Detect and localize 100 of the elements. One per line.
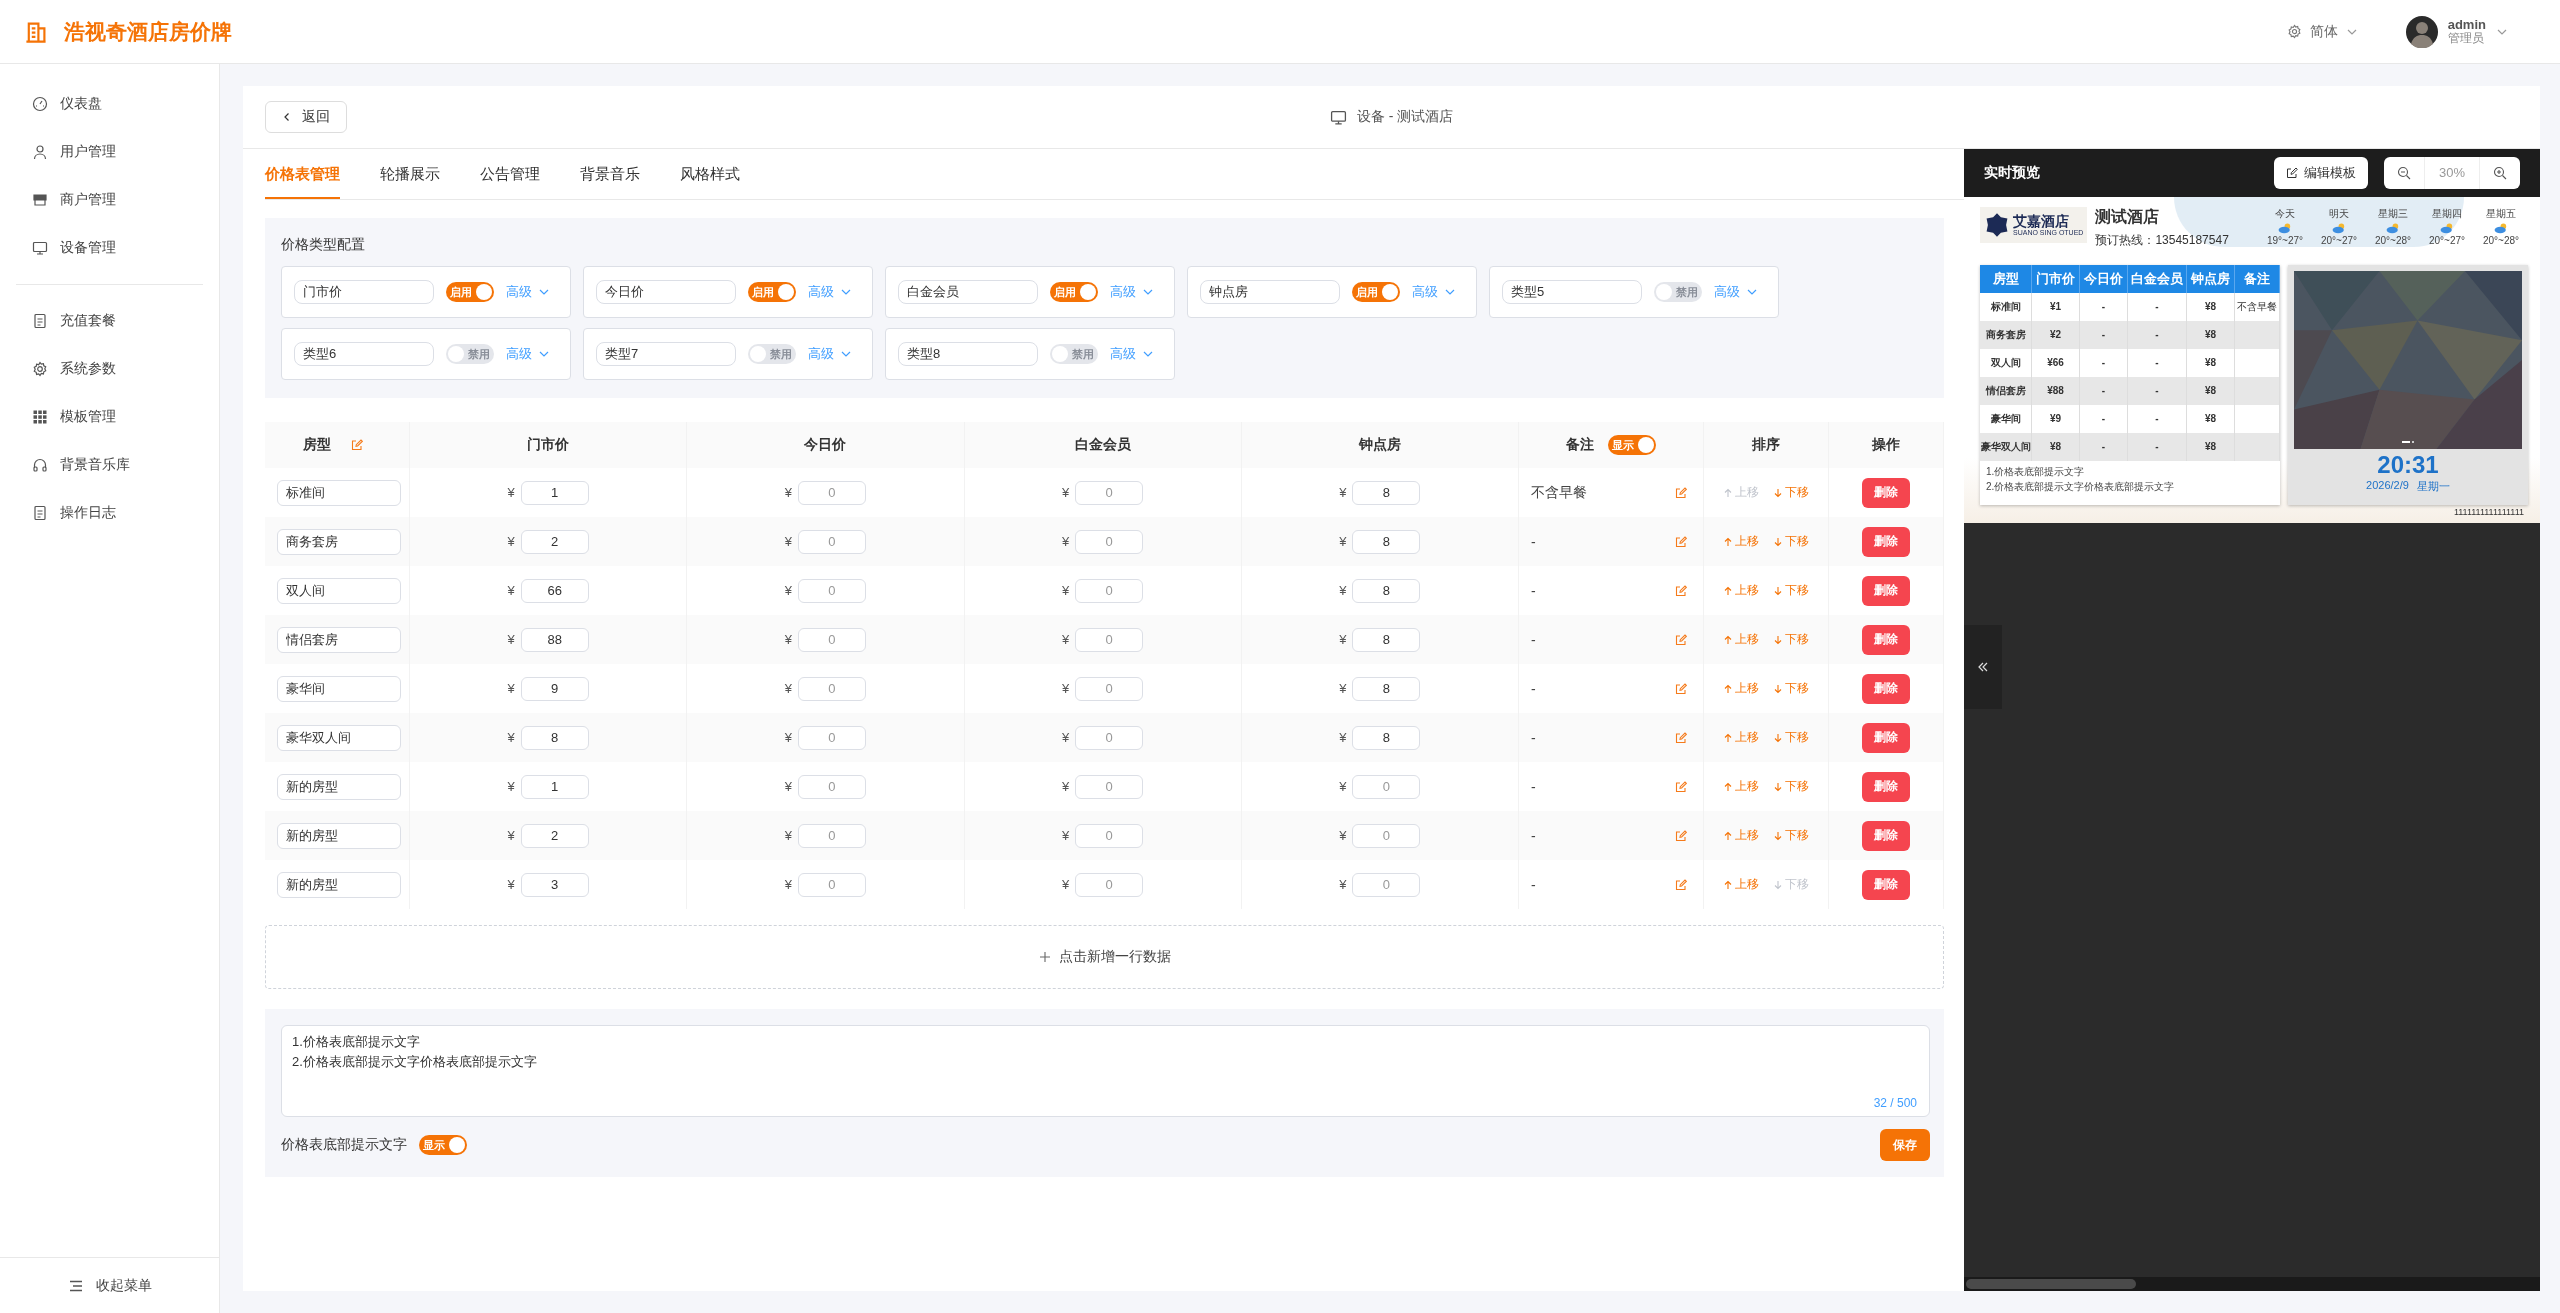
scrollbar[interactable] (1966, 1279, 2136, 1289)
price-field[interactable]: 0 (1075, 725, 1144, 750)
price-field[interactable]: 1 (520, 774, 589, 799)
price-field[interactable]: 8 (1352, 480, 1421, 505)
remark-text: 不含早餐 (1531, 483, 1587, 502)
price-field[interactable]: 0 (798, 627, 866, 652)
price-field[interactable]: 66 (520, 578, 589, 603)
input-field[interactable]: 豪华间 (277, 675, 401, 702)
delete-button[interactable]: 删除 (1862, 869, 1910, 900)
price-field[interactable]: 0 (1075, 676, 1144, 701)
price-field[interactable]: 88 (520, 627, 589, 652)
delete-button[interactable]: 删除 (1862, 624, 1910, 655)
delete-button[interactable]: 删除 (1862, 820, 1910, 851)
price-field[interactable]: 3 (520, 872, 589, 897)
input-field[interactable]: 新的房型 (277, 871, 401, 898)
input-field[interactable]: 标准间 (277, 479, 401, 506)
tab[interactable]: 风格样式 (680, 149, 740, 199)
price-field[interactable]: 9 (520, 676, 589, 701)
price-field[interactable]: 8 (1352, 578, 1421, 603)
text-area[interactable]: 1.价格表底部提示文字 2.价格表底部提示文字价格表底部提示文字 32 / 500 (281, 1025, 1930, 1117)
collapse-menu-button[interactable]: 收起菜单 (0, 1257, 219, 1313)
price-field[interactable]: 0 (1075, 774, 1144, 799)
back-button[interactable]: 返回 (265, 101, 347, 133)
edit-icon[interactable] (1675, 829, 1687, 842)
sidebar-item[interactable]: 充值套餐 (0, 297, 219, 345)
price-field[interactable]: 0 (798, 823, 866, 848)
price-field[interactable]: 0 (1075, 578, 1144, 603)
add-row-button[interactable]: 点击新增一行数据 (265, 925, 1944, 989)
sidebar-item[interactable]: 模板管理 (0, 393, 219, 441)
input-field[interactable]: 类型7 (596, 342, 736, 366)
edit-icon[interactable] (1675, 633, 1687, 646)
price-field[interactable]: 0 (1075, 823, 1144, 848)
price-field[interactable]: 8 (1352, 529, 1421, 554)
sidebar-item[interactable]: 用户管理 (0, 128, 219, 176)
partly-cloudy-icon (2439, 222, 2455, 234)
tab[interactable]: 轮播展示 (380, 149, 440, 199)
price-field[interactable]: 0 (798, 578, 866, 603)
price-field[interactable]: 2 (520, 529, 589, 554)
input-field[interactable]: 类型8 (898, 342, 1038, 366)
language-selector[interactable]: 简体 (2286, 22, 2358, 41)
price-field[interactable]: 0 (1075, 480, 1144, 505)
currency-symbol: ¥ (1339, 583, 1347, 598)
edit-icon[interactable] (1675, 878, 1687, 891)
input-field[interactable]: 新的房型 (277, 773, 401, 800)
edit-icon[interactable] (1675, 731, 1687, 744)
price-field[interactable]: 0 (1352, 872, 1421, 897)
board-cell: - (2128, 321, 2187, 349)
input-field[interactable]: 钟点房 (1200, 280, 1340, 304)
delete-button[interactable]: 删除 (1862, 673, 1910, 704)
price-field[interactable]: 0 (1352, 823, 1421, 848)
input-field[interactable]: 门市价 (294, 280, 434, 304)
edit-icon[interactable] (1675, 535, 1687, 548)
price-field[interactable]: 2 (520, 823, 589, 848)
price-field[interactable]: 0 (1352, 774, 1421, 799)
price-field[interactable]: 0 (798, 529, 866, 554)
price-field[interactable]: 0 (798, 872, 866, 897)
sidebar-item[interactable]: 系统参数 (0, 345, 219, 393)
delete-button[interactable]: 删除 (1862, 771, 1910, 802)
input-field[interactable]: 类型6 (294, 342, 434, 366)
price-field[interactable]: 8 (1352, 627, 1421, 652)
delete-button[interactable]: 删除 (1862, 722, 1910, 753)
sidebar-item[interactable]: 操作日志 (0, 489, 219, 537)
chevron-left-icon (282, 112, 292, 122)
input-field[interactable]: 类型5 (1502, 280, 1642, 304)
price-field[interactable]: 8 (520, 725, 589, 750)
price-field[interactable]: 0 (1075, 872, 1144, 897)
input-field[interactable]: 商务套房 (277, 528, 401, 555)
edit-template-button[interactable]: 编辑模板 (2273, 157, 2368, 189)
edit-icon[interactable] (1675, 780, 1687, 793)
input-field[interactable]: 白金会员 (898, 280, 1038, 304)
zoom-out-icon[interactable] (2396, 166, 2411, 180)
sidebar-item[interactable]: 背景音乐库 (0, 441, 219, 489)
price-field[interactable]: 1 (520, 480, 589, 505)
edit-icon[interactable] (351, 439, 363, 451)
sidebar-item[interactable]: 设备管理 (0, 224, 219, 272)
sidebar-item[interactable]: 商户管理 (0, 176, 219, 224)
price-field[interactable]: 8 (1352, 725, 1421, 750)
edit-icon[interactable] (1675, 682, 1687, 695)
zoom-in-icon[interactable] (2493, 166, 2507, 180)
delete-button[interactable]: 删除 (1862, 575, 1910, 606)
input-field[interactable]: 双人间 (277, 577, 401, 604)
edit-icon[interactable] (1675, 584, 1687, 597)
price-field[interactable]: 0 (1075, 627, 1144, 652)
input-field[interactable]: 豪华双人间 (277, 724, 401, 751)
price-field[interactable]: 0 (798, 480, 866, 505)
avatar[interactable] (2405, 15, 2438, 48)
tab[interactable]: 公告管理 (480, 149, 540, 199)
tab[interactable]: 背景音乐 (580, 149, 640, 199)
price-field[interactable]: 0 (798, 725, 866, 750)
delete-button[interactable]: 删除 (1862, 477, 1910, 508)
input-field[interactable]: 新的房型 (277, 822, 401, 849)
price-field[interactable]: 0 (798, 774, 866, 799)
sidebar-item[interactable]: 仪表盘 (0, 80, 219, 128)
delete-button[interactable]: 删除 (1862, 526, 1910, 557)
input-field[interactable]: 今日价 (596, 280, 736, 304)
price-field[interactable]: 0 (1075, 529, 1144, 554)
edit-icon[interactable] (1675, 486, 1687, 499)
price-field[interactable]: 0 (798, 676, 866, 701)
price-field[interactable]: 8 (1352, 676, 1421, 701)
input-field[interactable]: 情侣套房 (277, 626, 401, 653)
